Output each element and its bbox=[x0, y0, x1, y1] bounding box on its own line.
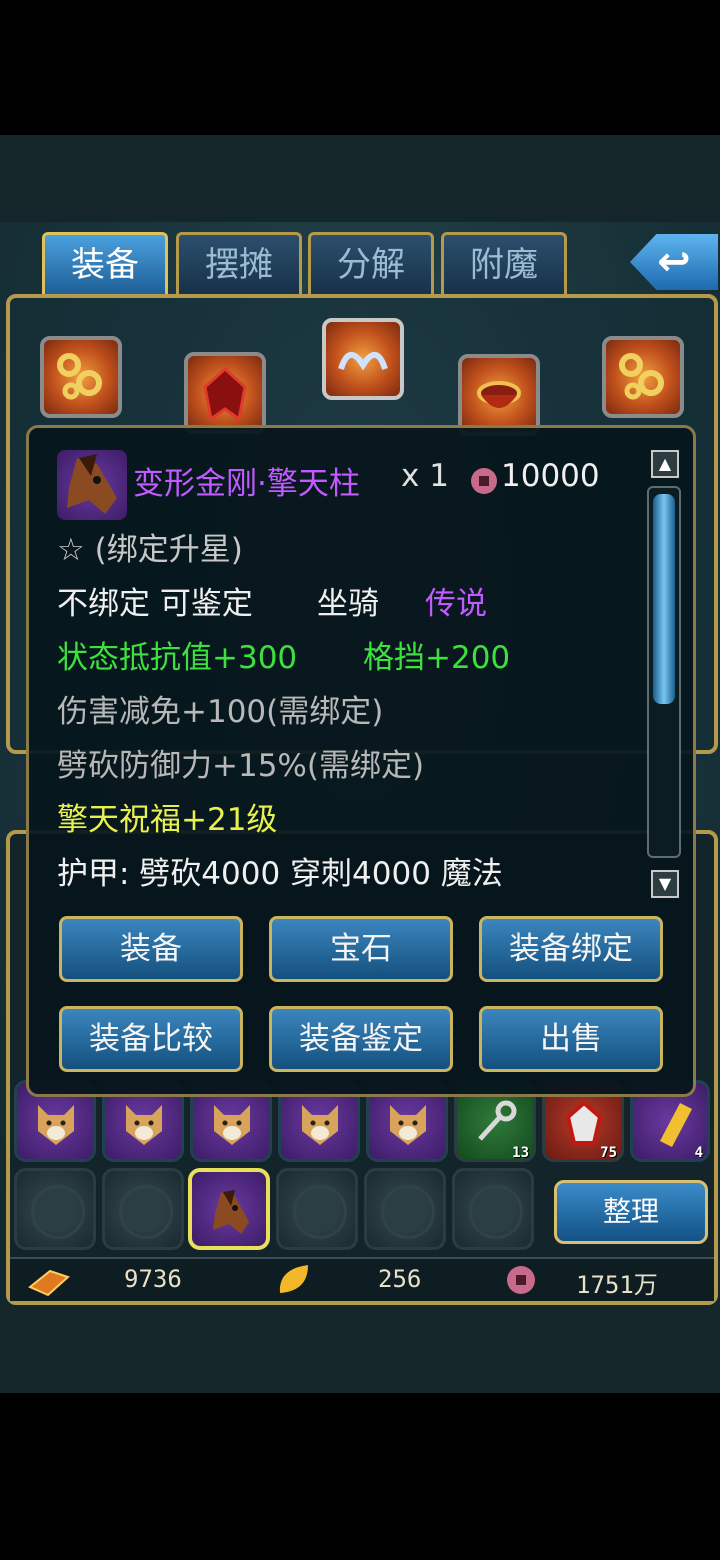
sell-button[interactable]: 出售 bbox=[479, 1006, 663, 1072]
scroll-up-button[interactable]: ▲ bbox=[651, 450, 679, 478]
inventory-cell-empty[interactable] bbox=[452, 1168, 534, 1250]
item-type: 坐骑 bbox=[317, 586, 379, 622]
star-upgrade-line: ☆ (绑定升星) bbox=[57, 532, 243, 568]
potion-icon bbox=[565, 1100, 603, 1145]
bind-equipment-button[interactable]: 装备绑定 bbox=[479, 916, 663, 982]
coin-icon bbox=[507, 1266, 535, 1294]
coin-amount: 1751万 bbox=[576, 1271, 658, 1299]
inventory-cell-empty[interactable] bbox=[364, 1168, 446, 1250]
horse-head-icon bbox=[213, 1190, 249, 1234]
scrollbar-track[interactable] bbox=[647, 486, 681, 858]
compare-equipment-button[interactable]: 装备比较 bbox=[59, 1006, 243, 1072]
horse-head-icon bbox=[67, 454, 117, 514]
gold-amount: 9736 bbox=[124, 1265, 182, 1293]
sort-button[interactable]: 整理 bbox=[554, 1180, 708, 1244]
item-detail-popup: 变形金刚·擎天柱 x 1 10000 ☆ (绑定升星) 不绑定 可鉴定 坐骑 传… bbox=[26, 425, 696, 1097]
coin-icon bbox=[471, 468, 497, 494]
item-count: 75 bbox=[600, 1145, 617, 1161]
equip-slot-bowl[interactable] bbox=[458, 354, 540, 436]
tab-enchant[interactable]: 附魔 bbox=[441, 232, 567, 294]
back-arrow-icon: ↩ bbox=[657, 239, 691, 285]
horns-icon bbox=[338, 352, 388, 371]
cloak-icon bbox=[203, 366, 247, 422]
leaf-amount: 256 bbox=[378, 1265, 422, 1293]
item-count: 4 bbox=[694, 1145, 703, 1161]
dog-head-icon bbox=[38, 1105, 74, 1145]
top-band bbox=[0, 135, 720, 225]
chain-icon bbox=[57, 353, 102, 400]
scroll-down-button[interactable]: ▼ bbox=[651, 870, 679, 898]
dog-head-icon bbox=[126, 1105, 162, 1145]
stat-slash-defense: 劈砍防御力+15%(需绑定) bbox=[57, 748, 425, 784]
dog-head-icon bbox=[302, 1105, 338, 1145]
inventory-cell-selected-horse[interactable] bbox=[188, 1168, 270, 1250]
stat-damage-reduction: 伤害减免+100(需绑定) bbox=[57, 694, 384, 730]
dog-head-icon bbox=[214, 1105, 250, 1145]
stat-resist: 状态抵抗值+300 bbox=[57, 640, 298, 676]
scroll-icon bbox=[660, 1103, 692, 1147]
scrollbar-thumb[interactable] bbox=[653, 494, 675, 704]
item-quantity: x 1 bbox=[401, 458, 449, 494]
item-icon bbox=[57, 450, 127, 520]
armor-line: 护甲: 劈砍4000 穿刺4000 魔法 bbox=[57, 856, 503, 892]
tab-stall[interactable]: 摆摊 bbox=[176, 232, 302, 294]
chain-icon bbox=[619, 353, 664, 400]
gem-button[interactable]: 宝石 bbox=[269, 916, 453, 982]
inventory-cell-empty[interactable] bbox=[102, 1168, 184, 1250]
currency-bar: 9736 256 1751万 bbox=[10, 1257, 714, 1301]
stat-blessing: 擎天祝福+21级 bbox=[57, 802, 278, 838]
equip-button[interactable]: 装备 bbox=[59, 916, 243, 982]
inventory-cell-empty[interactable] bbox=[276, 1168, 358, 1250]
equip-slot-chain-left[interactable] bbox=[40, 336, 122, 418]
bind-status: 不绑定 可鉴定 bbox=[57, 586, 253, 622]
item-name: 变形金刚·擎天柱 bbox=[133, 466, 360, 502]
item-price: 10000 bbox=[501, 458, 600, 494]
bowl-icon bbox=[477, 381, 521, 408]
equip-slot-helmet[interactable] bbox=[322, 318, 404, 400]
dog-head-icon bbox=[390, 1105, 426, 1145]
inventory-cell-empty[interactable] bbox=[14, 1168, 96, 1250]
identify-equipment-button[interactable]: 装备鉴定 bbox=[269, 1006, 453, 1072]
stat-block: 格挡+200 bbox=[363, 640, 511, 676]
bottom-band bbox=[0, 1305, 720, 1393]
game-screen: 装备 摆摊 分解 附魔 ↩ 13 75 4 整理 9736 256 1751万 … bbox=[0, 0, 720, 1560]
gold-ingot-icon bbox=[28, 1269, 70, 1297]
equip-slot-chain-right[interactable] bbox=[602, 336, 684, 418]
tab-decompose[interactable]: 分解 bbox=[308, 232, 434, 294]
tab-equipment[interactable]: 装备 bbox=[42, 232, 168, 294]
item-count: 13 bbox=[512, 1145, 529, 1161]
leaf-icon bbox=[279, 1265, 308, 1293]
item-quality: 传说 bbox=[425, 586, 487, 622]
key-icon bbox=[478, 1100, 517, 1141]
equip-slot-cloak[interactable] bbox=[184, 352, 266, 434]
